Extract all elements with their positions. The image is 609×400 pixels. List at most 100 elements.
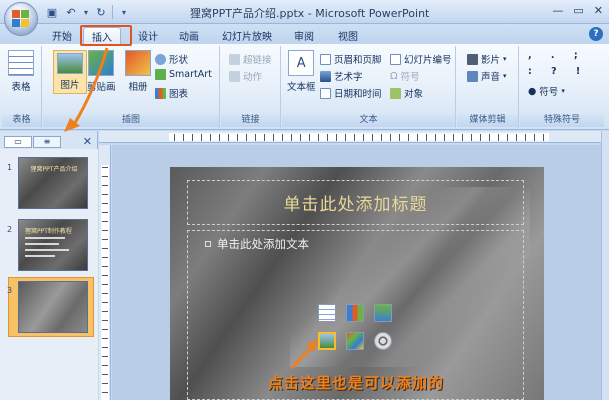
redo-icon[interactable]: ↻ bbox=[93, 4, 109, 20]
vertical-scrollbar[interactable] bbox=[601, 131, 609, 400]
header-footer-icon bbox=[320, 53, 331, 65]
shapes-button[interactable]: 形状 bbox=[155, 52, 188, 66]
object-button[interactable]: 对象 bbox=[390, 86, 423, 100]
table-button-label: 表格 bbox=[11, 82, 31, 93]
thumbnail-text-line bbox=[25, 243, 59, 245]
object-icon bbox=[390, 87, 401, 99]
chart-icon bbox=[155, 87, 166, 99]
slide-number: 1 bbox=[7, 163, 13, 172]
omega-icon: Ω bbox=[390, 70, 398, 82]
insert-table-icon[interactable] bbox=[318, 304, 336, 322]
thumbnail-title: 狸窝PPT制作教程 bbox=[25, 228, 72, 235]
sound-button[interactable]: 声音 ▾ bbox=[467, 69, 507, 83]
tab-view[interactable]: 视图 bbox=[338, 27, 358, 44]
office-logo-icon bbox=[12, 10, 30, 28]
insert-picture-icon[interactable] bbox=[318, 332, 336, 350]
close-panel-icon[interactable]: ✕ bbox=[83, 135, 92, 148]
slide-thumbnail-selected[interactable] bbox=[18, 281, 88, 333]
window-controls: — ▭ ✕ bbox=[552, 4, 603, 17]
group-label-illustrations: 插图 bbox=[43, 114, 219, 127]
textbox-label: 文本框 bbox=[287, 82, 316, 93]
body-placeholder-text[interactable]: 单击此处添加文本 bbox=[205, 236, 309, 252]
chart-button[interactable]: 图表 bbox=[155, 86, 188, 100]
tab-home[interactable]: 开始 bbox=[52, 27, 72, 44]
annotation-text: 点击这里也是可以添加的 bbox=[268, 374, 445, 392]
action-button[interactable]: 动作 bbox=[229, 69, 262, 83]
album-button[interactable]: 相册 bbox=[125, 50, 151, 93]
horizontal-ruler bbox=[99, 131, 609, 143]
clipart-button[interactable]: 剪贴画 bbox=[87, 50, 116, 93]
body-placeholder-label: 单击此处添加文本 bbox=[217, 237, 309, 251]
tab-review[interactable]: 审阅 bbox=[294, 27, 314, 44]
punctuation-row-2[interactable]: : ? ! bbox=[528, 66, 588, 77]
speaker-icon bbox=[467, 70, 478, 82]
insert-smartart-icon[interactable] bbox=[374, 304, 392, 322]
undo-dropdown-icon[interactable]: ▾ bbox=[82, 4, 90, 20]
slide-number-icon bbox=[390, 53, 401, 65]
tab-design[interactable]: 设计 bbox=[138, 27, 158, 44]
textbox-button[interactable]: A 文本框 bbox=[287, 50, 316, 93]
slide-number-label: 幻灯片编号 bbox=[404, 55, 452, 66]
title-bar: ▣ ↶ ▾ ↻ ▾ 狸窝PPT产品介绍.pptx - Microsoft Pow… bbox=[0, 0, 609, 24]
group-label-links: 链接 bbox=[221, 114, 280, 127]
group-illustrations: 图片 剪贴画 相册 形状 SmartArt 图表 插图 bbox=[43, 46, 220, 128]
smartart-button[interactable]: SmartArt bbox=[155, 69, 212, 80]
chevron-down-icon: ▾ bbox=[503, 55, 507, 63]
wordart-button[interactable]: 艺术字 bbox=[320, 69, 363, 83]
textbox-icon: A bbox=[288, 50, 315, 76]
punctuation-row-1[interactable]: , . ; bbox=[528, 50, 586, 61]
insert-chart-icon[interactable] bbox=[346, 304, 364, 322]
group-media: 影片 ▾ 声音 ▾ 媒体剪辑 bbox=[457, 46, 519, 128]
datetime-button[interactable]: 日期和时间 bbox=[320, 86, 382, 100]
special-symbol-button[interactable]: ● 符号 ▾ bbox=[528, 84, 565, 99]
slide-thumbnail[interactable]: 狸窝PPT产品介绍 bbox=[18, 157, 88, 209]
slides-tab[interactable]: ▭ bbox=[4, 136, 32, 148]
window-title: 狸窝PPT产品介绍.pptx - Microsoft PowerPoint bbox=[190, 7, 430, 20]
tab-animations[interactable]: 动画 bbox=[179, 27, 199, 44]
undo-icon[interactable]: ↶ bbox=[63, 4, 79, 20]
ruler-ticks bbox=[102, 167, 108, 397]
picture-button[interactable]: 图片 bbox=[53, 50, 87, 94]
tab-slideshow[interactable]: 幻灯片放映 bbox=[222, 27, 272, 44]
title-placeholder[interactable]: 单击此处添加标题 bbox=[187, 180, 524, 225]
save-icon[interactable]: ▣ bbox=[44, 4, 60, 20]
symbol-button[interactable]: Ω 符号 bbox=[390, 69, 420, 84]
slides-list: 1 狸窝PPT产品介绍 2 狸窝PPT制作教程 3 bbox=[0, 149, 98, 400]
customize-qat-icon[interactable]: ▾ bbox=[116, 4, 132, 20]
maximize-icon[interactable]: ▭ bbox=[573, 4, 583, 17]
movie-button[interactable]: 影片 ▾ bbox=[467, 52, 507, 66]
outline-tab[interactable]: ≡ bbox=[33, 136, 61, 148]
slides-panel: ▭ ≡ ✕ 1 狸窝PPT产品介绍 2 狸窝PPT制作教程 3 bbox=[0, 131, 98, 400]
datetime-label: 日期和时间 bbox=[334, 89, 382, 100]
minimize-icon[interactable]: — bbox=[552, 4, 563, 17]
chart-label: 图表 bbox=[169, 89, 189, 100]
symbol-dot-icon: ● bbox=[528, 85, 537, 97]
help-icon[interactable]: ? bbox=[589, 27, 603, 41]
thumbnail-title: 狸窝PPT产品介绍 bbox=[30, 166, 78, 173]
clipart-button-label: 剪贴画 bbox=[87, 82, 116, 93]
insert-clipart-icon[interactable] bbox=[346, 332, 364, 350]
chevron-down-icon: ▾ bbox=[503, 72, 507, 80]
group-label-text: 文本 bbox=[282, 114, 455, 127]
calendar-icon bbox=[320, 87, 331, 99]
wordart-icon bbox=[320, 70, 331, 82]
picture-icon bbox=[57, 53, 83, 74]
smartart-label: SmartArt bbox=[169, 69, 212, 80]
header-footer-button[interactable]: 页眉和页脚 bbox=[320, 52, 382, 66]
slide-number-button[interactable]: 幻灯片编号 bbox=[390, 52, 452, 66]
hyperlink-button[interactable]: 超链接 bbox=[229, 52, 272, 66]
insert-media-icon[interactable] bbox=[374, 332, 392, 350]
close-icon[interactable]: ✕ bbox=[594, 4, 603, 17]
vertical-ruler bbox=[99, 145, 111, 400]
office-button[interactable] bbox=[4, 2, 38, 36]
special-symbol-label: 符号 bbox=[539, 87, 559, 98]
picture-button-label: 图片 bbox=[60, 80, 80, 91]
thumbnail-text-line bbox=[25, 249, 69, 251]
hyperlink-label: 超链接 bbox=[243, 55, 272, 66]
wordart-label: 艺术字 bbox=[334, 72, 363, 83]
table-button[interactable]: 表格 bbox=[8, 50, 34, 93]
slide-thumbnail[interactable]: 狸窝PPT制作教程 bbox=[18, 219, 88, 271]
film-icon bbox=[467, 53, 478, 65]
thumbnail-text-line bbox=[25, 255, 55, 257]
insert-tab-highlight bbox=[80, 25, 132, 46]
